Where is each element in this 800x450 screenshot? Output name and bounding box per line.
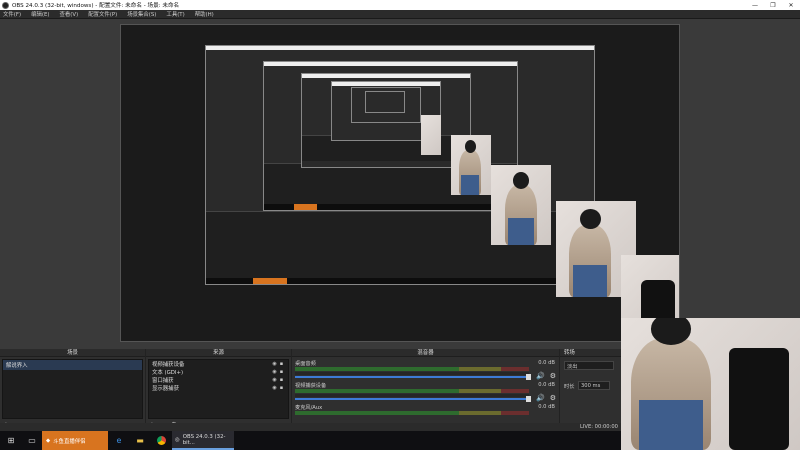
person-figure [631, 318, 711, 450]
scenes-list[interactable]: 解说界入 [2, 359, 143, 419]
mixer-dock: 混音器 桌面音频 0.0 dB 🔊 ⚙ 视频捕获设备 0.0 dB 🔊 ⚙ 麦克… [292, 349, 560, 431]
channel-db: 0.0 dB [538, 404, 555, 410]
gaming-chair [729, 348, 789, 450]
webcam-overlay [621, 318, 800, 450]
source-label: 窗口捕获 [152, 378, 174, 384]
source-row[interactable]: 文本 (GDI+) ◉ ▪ [149, 368, 288, 376]
volume-meter [295, 411, 529, 415]
taskbar-obs-label: OBS 24.0.3 (32-bit... [182, 433, 226, 446]
source-label: 显示器捕获 [152, 386, 179, 392]
speaker-icon[interactable]: 🔊 [536, 394, 545, 402]
nested-preview-frame [365, 91, 405, 113]
menu-file[interactable]: 文件(F) [3, 10, 21, 18]
volume-meter [295, 372, 529, 375]
mixer-dock-title: 混音器 [292, 349, 559, 357]
preview-area[interactable] [0, 19, 800, 349]
minimize-button[interactable]: — [746, 2, 764, 9]
mixer-channel-capture: 视频捕获设备 0.0 dB 🔊 ⚙ [292, 381, 559, 403]
preview-canvas[interactable] [120, 24, 680, 342]
menu-profile[interactable]: 配置文件(P) [88, 10, 117, 18]
maximize-button[interactable]: ❐ [764, 2, 782, 9]
sources-dock-title: 来源 [146, 349, 291, 357]
lock-icon[interactable]: ▪ [278, 385, 285, 391]
window-title: OBS 24.0.3 (32-bit, windows) - 配置文件: 未命名… [12, 3, 180, 9]
taskbar-obs-app[interactable]: ◎ OBS 24.0.3 (32-bit... [172, 431, 234, 450]
menu-help[interactable]: 帮助(H) [195, 10, 214, 18]
title-bar: OBS 24.0.3 (32-bit, windows) - 配置文件: 未命名… [0, 0, 800, 10]
source-row[interactable]: 视频捕获设备 ◉ ▪ [149, 360, 288, 368]
scenes-dock: 场景 解说界入 + − ∧ ∨ [0, 349, 146, 431]
channel-db: 0.0 dB [538, 360, 555, 366]
mixer-channel-desktop: 桌面音频 0.0 dB 🔊 ⚙ [292, 359, 559, 381]
live-timer: LIVE: 00:00:00 [580, 424, 618, 430]
sources-list[interactable]: 视频捕获设备 ◉ ▪ 文本 (GDI+) ◉ ▪ 窗口捕获 ◉ ▪ 显示器捕获 … [148, 359, 289, 419]
scene-item[interactable]: 解说界入 [3, 360, 142, 370]
duration-label: 时长 [564, 384, 575, 390]
channel-db: 0.0 dB [538, 382, 555, 388]
obs-app-icon [2, 1, 9, 9]
close-button[interactable]: ✕ [782, 2, 800, 9]
source-row[interactable]: 窗口捕获 ◉ ▪ [149, 376, 288, 384]
menu-bar: 文件(F) 编辑(E) 查看(V) 配置文件(P) 场景集合(S) 工具(T) … [0, 10, 800, 19]
obs-icon: ◎ [175, 436, 180, 443]
webcam-copy [421, 115, 441, 155]
volume-slider[interactable] [295, 374, 531, 380]
volume-meter [295, 394, 529, 397]
menu-tools[interactable]: 工具(T) [166, 10, 184, 18]
file-explorer-icon[interactable]: ▬ [130, 431, 150, 450]
gear-icon[interactable]: ⚙ [550, 372, 556, 380]
speaker-icon[interactable]: 🔊 [536, 372, 545, 380]
source-label: 文本 (GDI+) [152, 370, 184, 376]
menu-edit[interactable]: 编辑(E) [31, 10, 49, 18]
chrome-browser-icon[interactable] [150, 431, 172, 450]
person-figure [459, 140, 481, 195]
task-view-icon[interactable]: ▭ [22, 431, 42, 450]
edge-browser-icon[interactable]: e [108, 431, 130, 450]
sources-dock: 来源 视频捕获设备 ◉ ▪ 文本 (GDI+) ◉ ▪ 窗口捕获 ◉ ▪ 显示器… [146, 349, 292, 431]
taskbar-douyu-app[interactable]: ◆ 斗鱼直播伴侣 [42, 431, 108, 450]
menu-view[interactable]: 查看(V) [60, 10, 79, 18]
taskbar-app-label: 斗鱼直播伴侣 [53, 438, 86, 445]
volume-meter [295, 389, 529, 393]
lock-icon[interactable]: ▪ [278, 377, 285, 383]
menu-scene-collection[interactable]: 场景集合(S) [127, 10, 156, 18]
eye-icon[interactable]: ◉ [271, 361, 278, 367]
gear-icon[interactable]: ⚙ [550, 394, 556, 402]
volume-slider[interactable] [295, 396, 531, 402]
slider-knob[interactable] [526, 396, 531, 402]
eye-icon[interactable]: ◉ [271, 385, 278, 391]
lock-icon[interactable]: ▪ [278, 369, 285, 375]
person-figure [505, 171, 537, 245]
duration-input[interactable]: 300 ms [578, 381, 610, 390]
mixer-channels: 桌面音频 0.0 dB 🔊 ⚙ 视频捕获设备 0.0 dB 🔊 ⚙ 麦克风/Au… [292, 359, 559, 425]
eye-icon[interactable]: ◉ [271, 369, 278, 375]
person-figure [569, 209, 611, 297]
transition-select[interactable]: 淡出 [564, 361, 614, 370]
douyu-icon: ◆ [46, 437, 51, 444]
windows-start-icon[interactable]: ⊞ [0, 431, 22, 450]
source-label: 视频捕获设备 [152, 362, 185, 368]
mixer-channel-mic: 麦克风/Aux 0.0 dB [292, 403, 559, 425]
lock-icon[interactable]: ▪ [278, 361, 285, 367]
volume-meter [295, 367, 529, 371]
source-row[interactable]: 显示器捕获 ◉ ▪ [149, 384, 288, 392]
scenes-dock-title: 场景 [0, 349, 145, 357]
eye-icon[interactable]: ◉ [271, 377, 278, 383]
slider-knob[interactable] [526, 374, 531, 380]
